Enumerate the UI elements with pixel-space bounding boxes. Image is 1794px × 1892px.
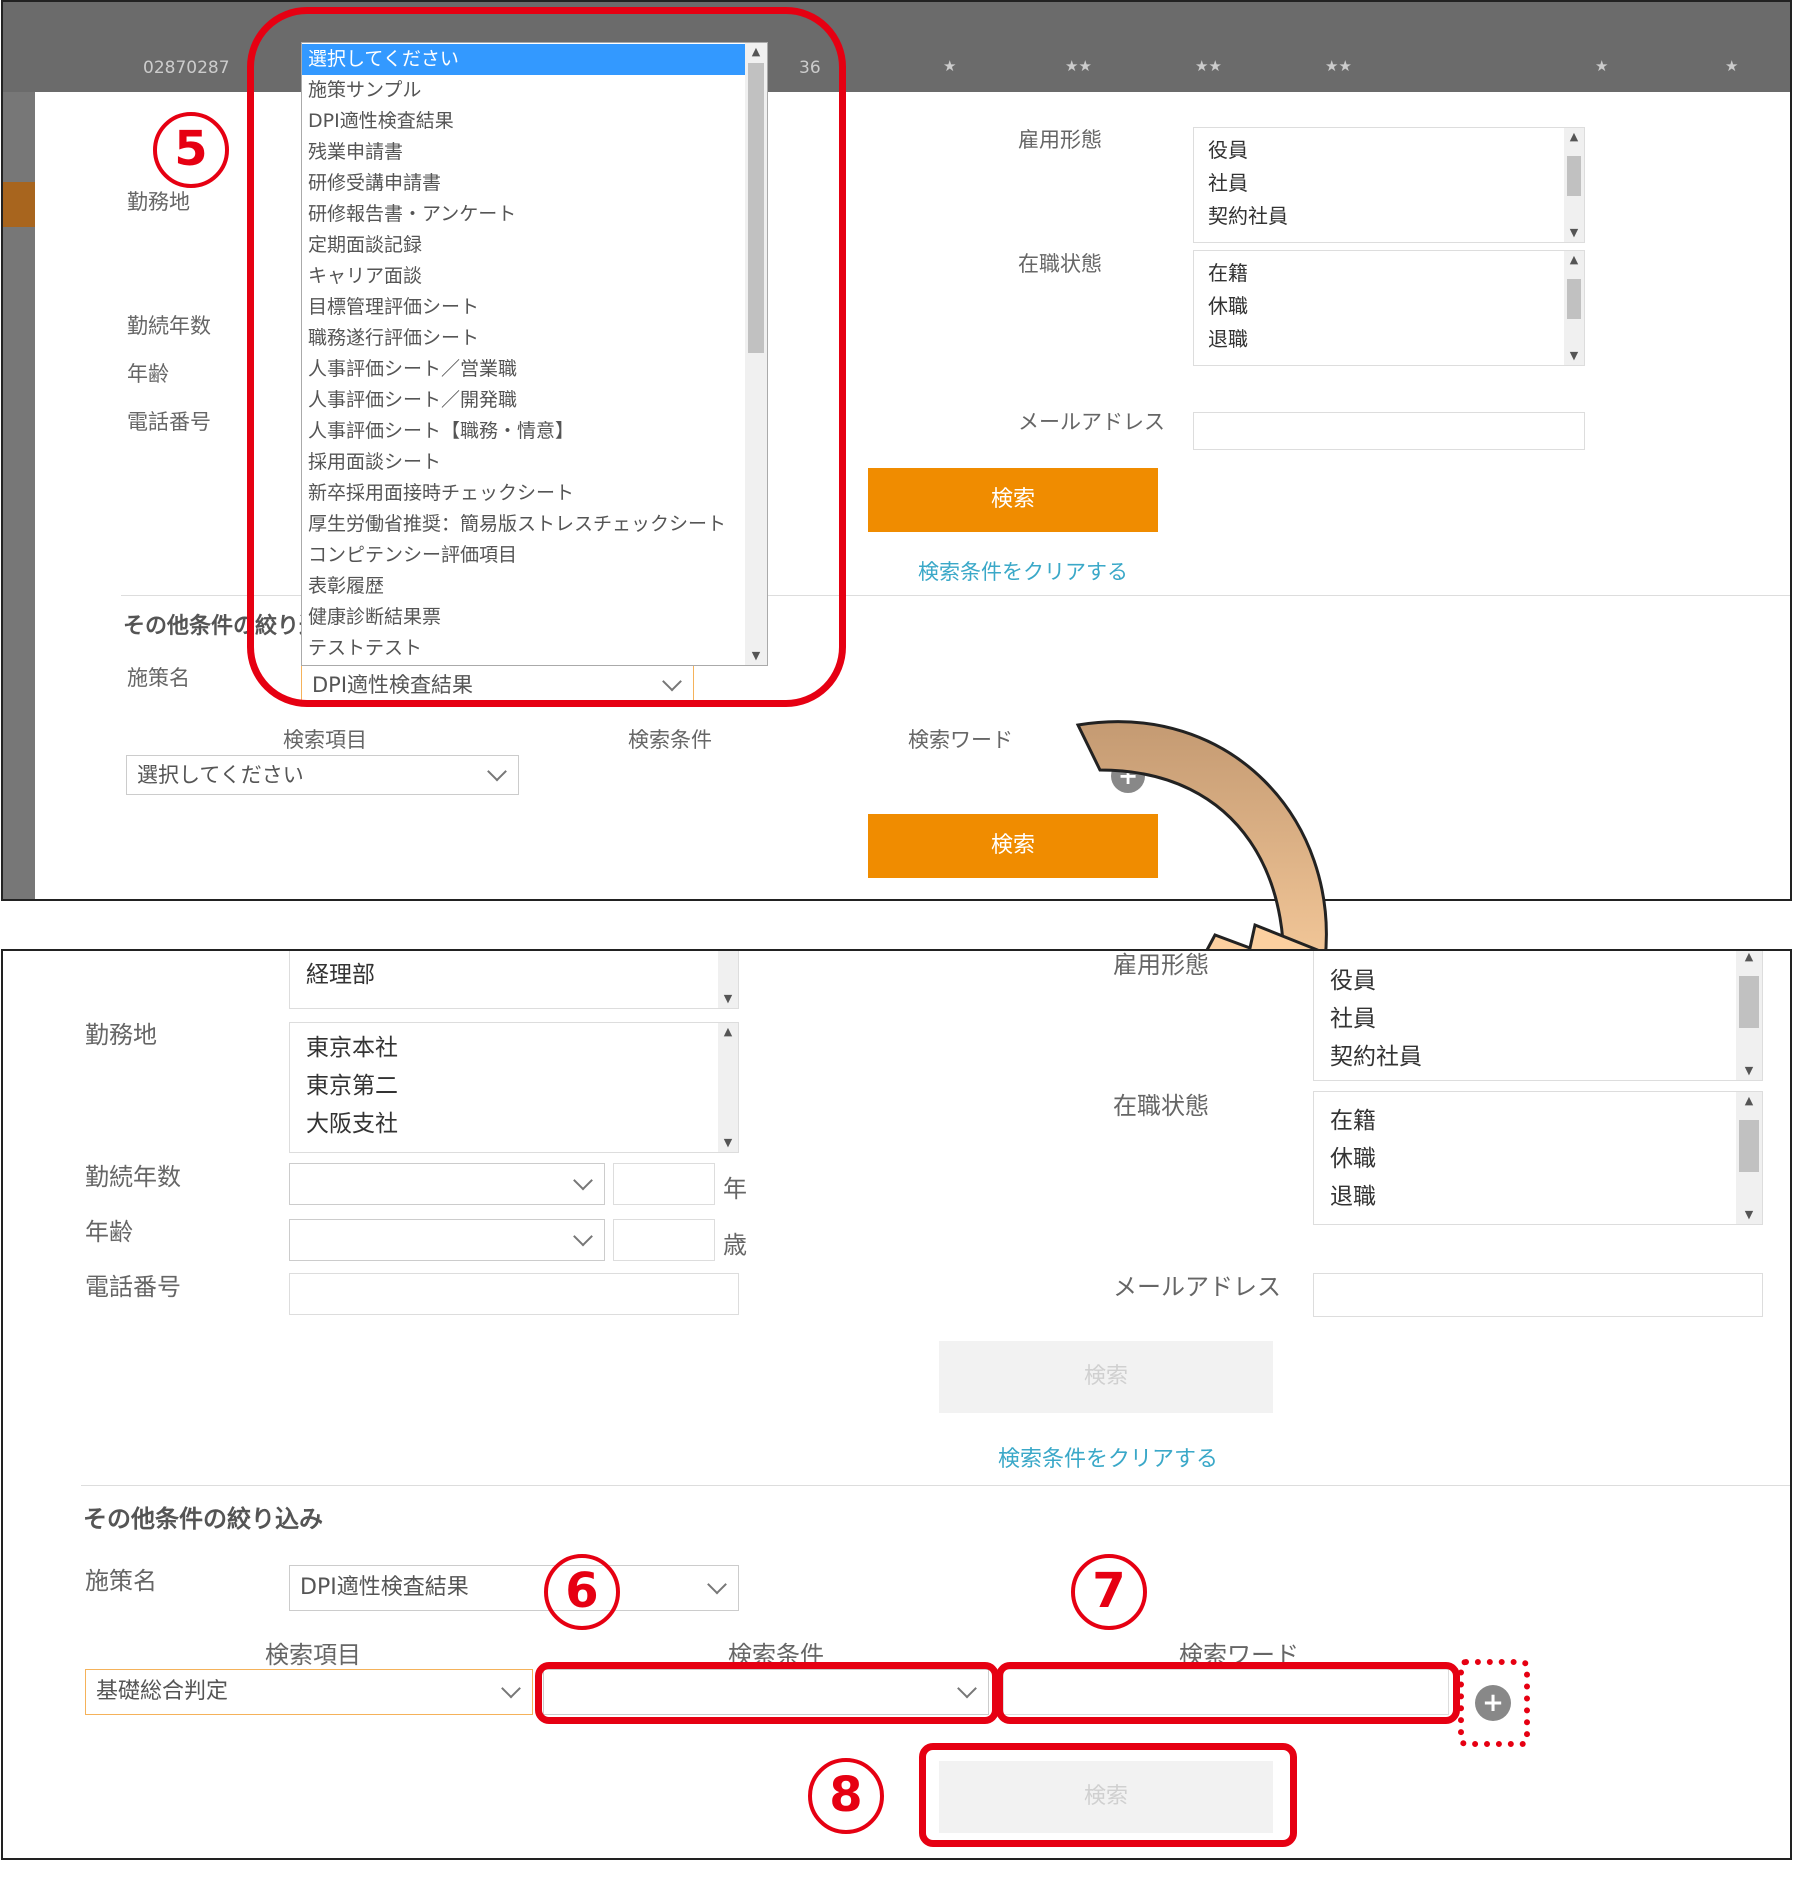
email-input[interactable] — [1193, 412, 1585, 450]
scrollbar[interactable]: ▼ — [718, 951, 738, 1008]
label-email: メールアドレス — [1018, 410, 1165, 434]
status-listbox[interactable]: 在籍 休職 退職 ▲ ▼ — [1313, 1091, 1763, 1225]
search-item-placeholder: 選択してください — [137, 763, 304, 787]
label-status: 在職状態 — [1113, 1092, 1209, 1120]
clear-conditions-link[interactable]: 検索条件をクリアする — [918, 556, 1128, 586]
search-item-select[interactable]: 選択してください — [126, 755, 519, 795]
list-item[interactable]: 社員 — [1314, 1000, 1762, 1038]
list-item[interactable]: 社員 — [1194, 167, 1584, 200]
list-item[interactable]: 在籍 — [1314, 1102, 1762, 1140]
star-rating: ★★ — [1195, 57, 1222, 75]
age-unit: 歳 — [723, 1231, 747, 1259]
list-item[interactable]: 退職 — [1314, 1178, 1762, 1216]
highlight-search-condition — [535, 1662, 999, 1724]
employment-type-listbox[interactable]: 役員 社員 契約社員 ▲ ▼ — [1313, 951, 1763, 1081]
step-8-badge: 8 — [808, 1758, 884, 1834]
employment-type-listbox[interactable]: 役員 社員 契約社員 ▲ ▼ — [1193, 127, 1585, 243]
background-orange-tab — [3, 182, 35, 227]
search-button[interactable]: 検索 — [939, 1341, 1273, 1413]
year-unit: 年 — [723, 1175, 747, 1203]
scrollbar[interactable]: ▲ ▼ — [718, 1023, 738, 1152]
measure-name-value: DPI適性検査結果 — [300, 1575, 469, 1600]
label-status: 在職状態 — [1018, 252, 1102, 276]
list-item[interactable]: 休職 — [1314, 1140, 1762, 1178]
age-input[interactable] — [613, 1219, 715, 1261]
department-listbox[interactable]: 経理部 ▼ — [289, 951, 739, 1009]
label-employment-type: 雇用形態 — [1018, 128, 1102, 152]
bottom-screenshot-panel: 経理部 ▼ 勤務地 東京本社 東京第二 大阪支社 ▲ ▼ 勤続年数 年 年齢 歳 … — [1, 949, 1792, 1860]
star-rating: ★ — [943, 57, 957, 75]
list-item[interactable]: 東京第二 — [290, 1067, 738, 1105]
chevron-down-icon — [487, 761, 507, 782]
scrollbar[interactable]: ▲ ▼ — [1564, 251, 1584, 365]
other-conditions-title: その他条件の絞り込み — [83, 1505, 323, 1533]
chevron-down-icon — [501, 1678, 521, 1699]
step-6-badge: 6 — [544, 1554, 620, 1630]
highlight-dropdown — [247, 7, 846, 707]
list-item[interactable]: 契約社員 — [1314, 1038, 1762, 1076]
header-row-id: 02870287 — [143, 58, 230, 78]
measure-name-select[interactable]: DPI適性検査結果 — [289, 1565, 739, 1611]
years-operator-select[interactable] — [289, 1163, 605, 1205]
chevron-down-icon — [573, 1170, 593, 1191]
label-phone: 電話番号 — [85, 1273, 181, 1301]
scrollbar[interactable]: ▲ ▼ — [1736, 951, 1762, 1080]
list-item[interactable]: 休職 — [1194, 290, 1584, 323]
list-item[interactable]: 在籍 — [1194, 257, 1584, 290]
star-rating: ★ — [1725, 57, 1739, 75]
clear-conditions-link[interactable]: 検索条件をクリアする — [998, 1441, 1218, 1473]
step-7-badge: 7 — [1071, 1554, 1147, 1630]
chevron-down-icon — [707, 1574, 727, 1595]
list-item[interactable]: 経理部 — [290, 956, 738, 994]
list-item[interactable]: 役員 — [1194, 134, 1584, 167]
highlight-search-button — [919, 1743, 1297, 1847]
star-rating: ★★ — [1325, 57, 1352, 75]
label-workplace: 勤務地 — [127, 190, 190, 214]
label-employment-type: 雇用形態 — [1113, 951, 1209, 979]
years-input[interactable] — [613, 1163, 715, 1205]
star-rating: ★★ — [1065, 57, 1092, 75]
highlight-search-word — [996, 1662, 1460, 1724]
search-button-2[interactable]: 検索 — [868, 814, 1158, 878]
label-email: メールアドレス — [1113, 1273, 1281, 1301]
list-item[interactable]: 大阪支社 — [290, 1105, 738, 1143]
step-5-badge: 5 — [153, 112, 229, 188]
phone-input[interactable] — [289, 1273, 739, 1315]
label-search-item: 検索項目 — [283, 728, 367, 752]
scrollbar[interactable]: ▲ ▼ — [1736, 1092, 1762, 1224]
email-input[interactable] — [1313, 1273, 1763, 1317]
list-item[interactable]: 役員 — [1314, 962, 1762, 1000]
age-operator-select[interactable] — [289, 1219, 605, 1261]
divider — [81, 1485, 1790, 1486]
highlight-add-condition — [1458, 1659, 1530, 1747]
list-item[interactable]: 契約社員 — [1194, 200, 1584, 233]
search-item-value: 基礎総合判定 — [96, 1679, 229, 1704]
scrollbar[interactable]: ▲ ▼ — [1564, 128, 1584, 242]
label-measure-name: 施策名 — [85, 1567, 157, 1595]
top-screenshot-panel: 02870287 36 ★ ★★ ★★ ★★ ★ ★ 勤務地 勤続年数 年齢 電… — [1, 0, 1792, 901]
search-button[interactable]: 検索 — [868, 468, 1158, 532]
list-item[interactable]: 東京本社 — [290, 1029, 738, 1067]
label-age: 年齢 — [85, 1218, 133, 1246]
label-search-condition: 検索条件 — [628, 728, 712, 752]
label-age: 年齢 — [127, 362, 169, 386]
label-measure-name: 施策名 — [127, 666, 190, 690]
label-search-item: 検索項目 — [265, 1641, 361, 1669]
status-listbox[interactable]: 在籍 休職 退職 ▲ ▼ — [1193, 250, 1585, 366]
search-item-select[interactable]: 基礎総合判定 — [85, 1669, 533, 1715]
chevron-down-icon — [573, 1226, 593, 1247]
add-condition-icon[interactable]: + — [1111, 759, 1145, 793]
label-years: 勤続年数 — [127, 314, 211, 338]
list-item[interactable]: 退職 — [1194, 323, 1584, 356]
label-workplace: 勤務地 — [85, 1021, 157, 1049]
star-rating: ★ — [1595, 57, 1609, 75]
workplace-listbox[interactable]: 東京本社 東京第二 大阪支社 ▲ ▼ — [289, 1022, 739, 1153]
label-search-word: 検索ワード — [908, 728, 1013, 752]
label-phone: 電話番号 — [127, 410, 211, 434]
label-years: 勤続年数 — [85, 1163, 181, 1191]
